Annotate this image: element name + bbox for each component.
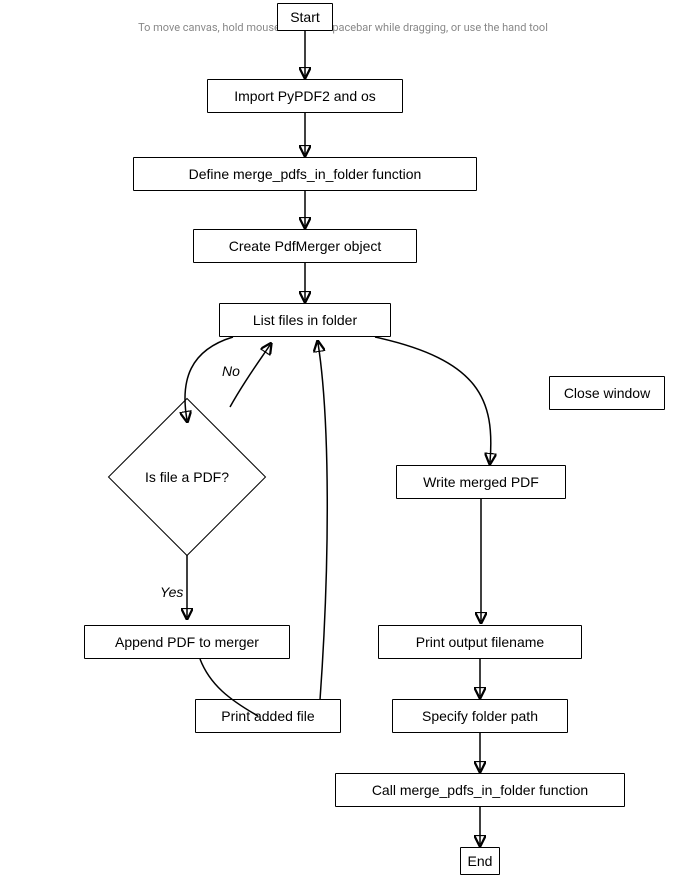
node-label: Is file a PDF? bbox=[145, 469, 229, 486]
flowchart-canvas[interactable]: To move canvas, hold mouse wheel or spac… bbox=[0, 0, 686, 890]
connectors bbox=[0, 0, 686, 890]
